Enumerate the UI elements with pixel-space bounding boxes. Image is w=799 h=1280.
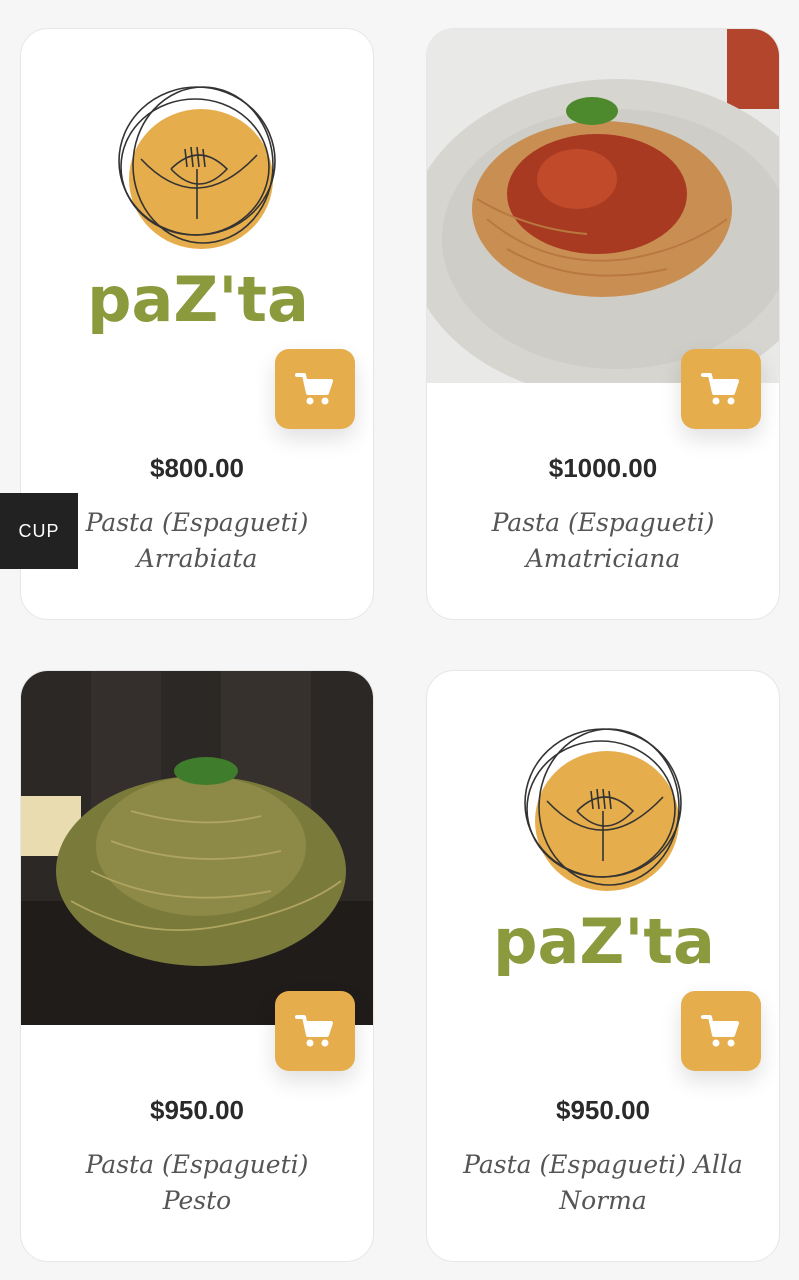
product-card[interactable]: paZ'ta $950.00 Pasta (Espagueti) Alla No… — [426, 670, 780, 1262]
product-card[interactable]: $1000.00 Pasta (Espagueti) Amatriciana — [426, 28, 780, 620]
product-card[interactable]: $950.00 Pasta (Espagueti) Pesto — [20, 670, 374, 1262]
cart-icon — [701, 373, 739, 405]
spaghetti-tomato-photo — [427, 29, 779, 383]
spaghetti-pesto-photo — [21, 671, 373, 1025]
cup-side-tab[interactable]: CUP — [0, 493, 78, 569]
add-to-cart-button[interactable] — [681, 349, 761, 429]
logo-text: paZ'ta — [87, 263, 309, 336]
product-price: $1000.00 — [548, 453, 658, 483]
product-name[interactable]: Pasta (Espagueti) Arrabiata — [51, 505, 343, 577]
product-price: $800.00 — [150, 453, 244, 483]
product-name[interactable]: Pasta (Espagueti) Amatriciana — [457, 505, 749, 577]
add-to-cart-button[interactable] — [275, 349, 355, 429]
pazta-logo: paZ'ta — [21, 29, 373, 383]
cart-icon — [295, 1015, 333, 1047]
product-price: $950.00 — [150, 1095, 244, 1125]
add-to-cart-button[interactable] — [275, 991, 355, 1071]
product-name[interactable]: Pasta (Espagueti) Pesto — [51, 1147, 343, 1219]
product-price: $950.00 — [556, 1095, 650, 1125]
logo-text: paZ'ta — [493, 905, 715, 978]
pazta-logo: paZ'ta — [427, 671, 779, 1025]
cart-icon — [701, 1015, 739, 1047]
add-to-cart-button[interactable] — [681, 991, 761, 1071]
product-name[interactable]: Pasta (Espagueti) Alla Norma — [457, 1147, 749, 1219]
cart-icon — [295, 373, 333, 405]
